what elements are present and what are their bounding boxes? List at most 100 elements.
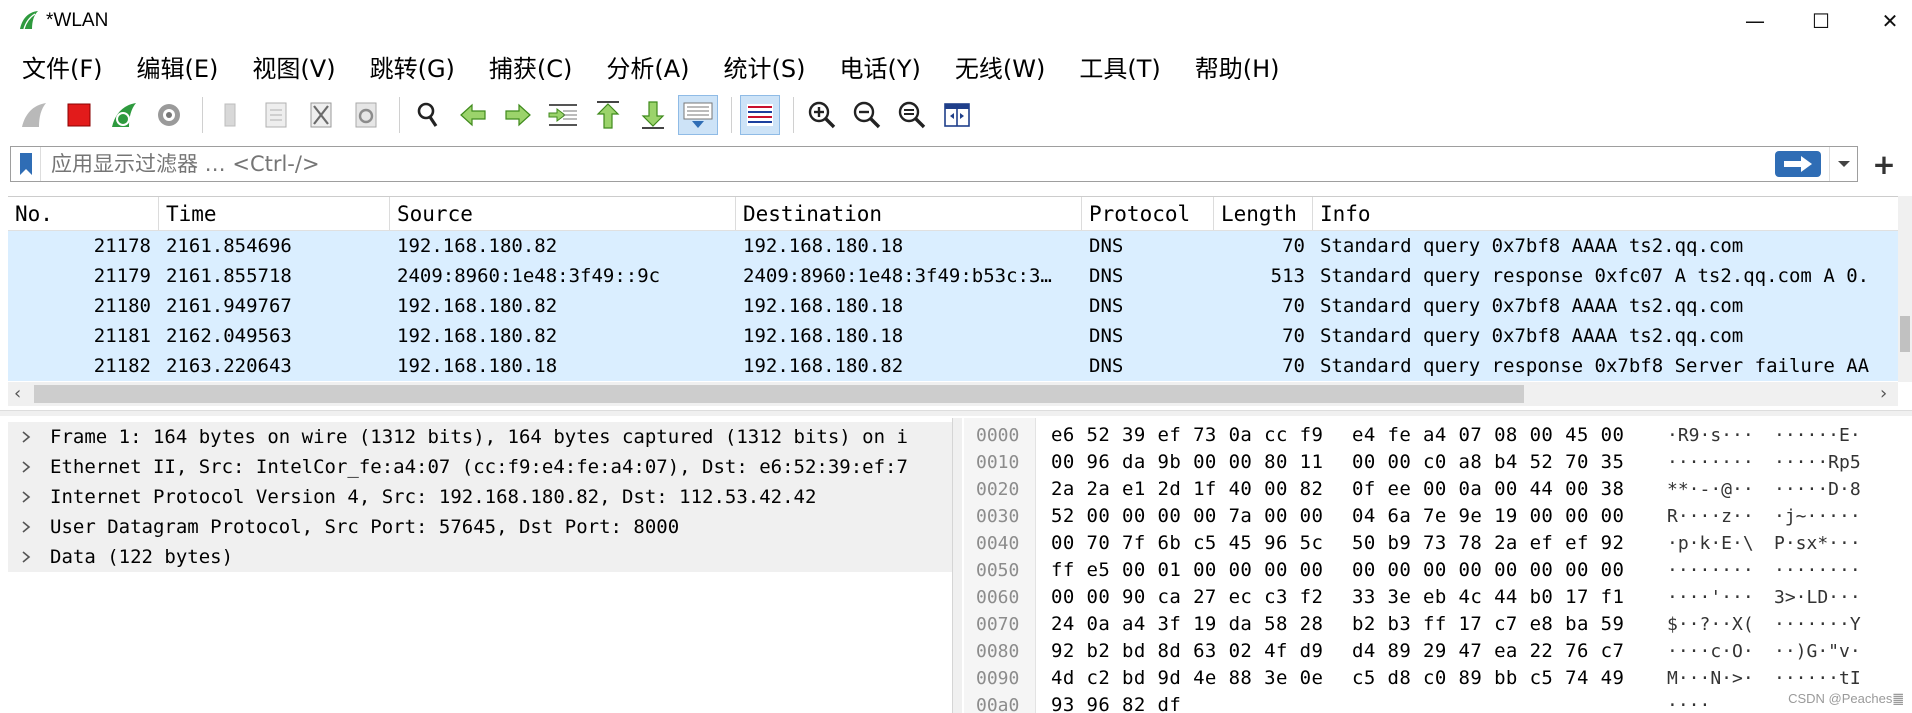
chevron-right-icon[interactable] xyxy=(8,542,44,572)
hex-ascii: **·-·@·· xyxy=(1667,479,1754,500)
column-header-no[interactable]: No. xyxy=(8,197,159,230)
stop-icon[interactable] xyxy=(59,95,99,135)
scroll-left-arrow-icon[interactable]: ‹ xyxy=(14,383,21,404)
hex-row[interactable]: 0060 00 00 90 ca 27 ec c3 f2 33 3e eb 4c 4… xyxy=(964,584,1912,611)
hex-row[interactable]: 0040 00 70 7f 6b c5 45 96 5c 50 b9 73 78 2… xyxy=(964,530,1912,557)
hex-row[interactable]: 0080 92 b2 bd 8d 63 02 4f d9 d4 89 29 47 e… xyxy=(964,638,1912,665)
shark-fin-start-icon[interactable] xyxy=(14,95,54,135)
zoom-out-icon[interactable] xyxy=(847,95,887,135)
hex-bytes: 00 00 00 00 00 00 00 00 xyxy=(1352,559,1625,581)
apply-filter-arrow-icon[interactable] xyxy=(1775,151,1821,177)
hex-row[interactable]: 0020 2a 2a e1 2d 1f 40 00 82 0f ee 00 0a 0… xyxy=(964,476,1912,503)
auto-scroll-icon[interactable] xyxy=(678,95,718,135)
menu-bar: 文件(F) 编辑(E) 视图(V) 跳转(G) 捕获(C) 分析(A) 统计(S… xyxy=(0,44,1912,88)
menu-telephony[interactable]: 电话(Y) xyxy=(828,49,933,84)
tree-item-data[interactable]: Data (122 bytes) xyxy=(8,542,952,572)
cell-protocol: DNS xyxy=(1089,265,1124,287)
restart-icon[interactable] xyxy=(104,95,144,135)
hex-row[interactable]: 0050 ff e5 00 01 00 00 00 00 00 00 00 00 0… xyxy=(964,557,1912,584)
last-packet-icon[interactable] xyxy=(633,95,673,135)
cell-no: 21182 xyxy=(93,355,151,377)
menu-view[interactable]: 视图(V) xyxy=(240,49,347,84)
close-file-icon[interactable] xyxy=(301,95,341,135)
save-file-icon[interactable] xyxy=(256,95,296,135)
cell-length: 70 xyxy=(1282,235,1305,257)
packet-row[interactable]: 21180 2161.949767 192.168.180.82 192.168… xyxy=(8,291,1904,321)
pane-splitter-vertical[interactable] xyxy=(952,418,962,713)
menu-capture[interactable]: 捕获(C) xyxy=(477,49,584,84)
hex-ascii: $··?··X( xyxy=(1667,614,1754,635)
hex-row[interactable]: 0030 52 00 00 00 00 7a 00 00 04 6a 7e 9e 1… xyxy=(964,503,1912,530)
menu-statistics[interactable]: 统计(S) xyxy=(712,49,818,84)
colorize-icon[interactable] xyxy=(740,95,780,135)
hex-row[interactable]: 0010 00 96 da 9b 00 00 80 11 00 00 c0 a8 b… xyxy=(964,449,1912,476)
cell-protocol: DNS xyxy=(1089,235,1124,257)
add-filter-button[interactable]: + xyxy=(1866,146,1902,182)
toolbar-separator xyxy=(202,97,203,133)
packet-list-horizontal-scrollbar[interactable]: ‹ › xyxy=(8,382,1898,406)
reload-icon[interactable] xyxy=(346,95,386,135)
hex-ascii: ········ xyxy=(1667,560,1754,581)
scrollbar-thumb[interactable] xyxy=(34,385,1524,403)
hex-row[interactable]: 0070 24 0a a4 3f 19 da 58 28 b2 b3 ff 17 c… xyxy=(964,611,1912,638)
tree-item-label: Ethernet II, Src: IntelCor_fe:a4:07 (cc:… xyxy=(50,456,908,478)
column-header-time[interactable]: Time xyxy=(159,197,390,230)
menu-wireless[interactable]: 无线(W) xyxy=(943,49,1057,84)
packet-row[interactable]: 21179 2161.855718 2409:8960:1e48:3f49::9… xyxy=(8,261,1904,291)
column-header-protocol[interactable]: Protocol xyxy=(1082,197,1214,230)
chevron-right-icon[interactable] xyxy=(8,452,44,482)
menu-go[interactable]: 跳转(G) xyxy=(358,49,467,84)
menu-analyze[interactable]: 分析(A) xyxy=(594,49,701,84)
column-header-info[interactable]: Info xyxy=(1313,197,1904,230)
menu-file[interactable]: 文件(F) xyxy=(10,49,115,84)
resize-columns-icon[interactable] xyxy=(937,95,977,135)
hex-ascii: ····c·O· xyxy=(1667,641,1754,662)
column-header-length[interactable]: Length xyxy=(1214,197,1313,230)
packet-row[interactable]: 21182 2163.220643 192.168.180.18 192.168… xyxy=(8,351,1904,381)
column-header-source[interactable]: Source xyxy=(390,197,736,230)
packet-row[interactable]: 21178 2161.854696 192.168.180.82 192.168… xyxy=(8,231,1904,261)
hex-row[interactable]: 0000 e6 52 39 ef 73 0a cc f9 e4 fe a4 07 0… xyxy=(964,422,1912,449)
menu-tools[interactable]: 工具(T) xyxy=(1067,49,1172,84)
chevron-right-icon[interactable] xyxy=(8,512,44,542)
hex-offset: 0020 xyxy=(976,479,1020,500)
pane-splitter-horizontal[interactable] xyxy=(0,410,1912,416)
filter-history-dropdown-icon[interactable] xyxy=(1829,147,1857,181)
tree-item-ethernet[interactable]: Ethernet II, Src: IntelCor_fe:a4:07 (cc:… xyxy=(8,452,952,482)
hex-bytes: 04 6a 7e 9e 19 00 00 00 xyxy=(1352,505,1625,527)
packet-list-header: No. Time Source Destination Protocol Len… xyxy=(8,197,1904,231)
tree-item-udp[interactable]: User Datagram Protocol, Src Port: 57645,… xyxy=(8,512,952,542)
tree-item-frame[interactable]: Frame 1: 164 bytes on wire (1312 bits), … xyxy=(8,422,952,452)
tree-item-ipv4[interactable]: Internet Protocol Version 4, Src: 192.16… xyxy=(8,482,952,512)
zoom-in-icon[interactable] xyxy=(802,95,842,135)
column-header-destination[interactable]: Destination xyxy=(736,197,1082,230)
go-back-icon[interactable] xyxy=(453,95,493,135)
tree-item-label: Internet Protocol Version 4, Src: 192.16… xyxy=(50,486,817,508)
cell-protocol: DNS xyxy=(1089,355,1124,377)
capture-options-gear-icon[interactable] xyxy=(149,95,189,135)
menu-edit[interactable]: 编辑(E) xyxy=(125,49,231,84)
find-packet-icon[interactable] xyxy=(408,95,448,135)
hex-row[interactable]: 00a0 93 96 82 df ···· xyxy=(964,692,1912,713)
minimize-button[interactable]: — xyxy=(1720,0,1790,42)
filter-bookmark-icon[interactable] xyxy=(11,147,41,181)
open-file-icon[interactable] xyxy=(211,95,251,135)
hex-offset: 0060 xyxy=(976,587,1020,608)
hex-bytes: e6 52 39 ef 73 0a cc f9 xyxy=(1051,424,1324,446)
close-button[interactable]: ✕ xyxy=(1855,0,1912,42)
packet-list-vertical-scrollbar[interactable] xyxy=(1898,196,1912,382)
chevron-right-icon[interactable] xyxy=(8,482,44,512)
go-forward-icon[interactable] xyxy=(498,95,538,135)
cell-source: 192.168.180.82 xyxy=(397,325,558,347)
maximize-button[interactable]: ☐ xyxy=(1786,0,1856,42)
zoom-normal-icon[interactable] xyxy=(892,95,932,135)
first-packet-icon[interactable] xyxy=(588,95,628,135)
scrollbar-thumb[interactable] xyxy=(1900,316,1910,352)
chevron-right-icon[interactable] xyxy=(8,422,44,452)
menu-help[interactable]: 帮助(H) xyxy=(1183,49,1292,84)
scroll-right-arrow-icon[interactable]: › xyxy=(1880,383,1887,404)
display-filter-input[interactable] xyxy=(41,148,1775,180)
go-to-packet-icon[interactable] xyxy=(543,95,583,135)
packet-row[interactable]: 21181 2162.049563 192.168.180.82 192.168… xyxy=(8,321,1904,351)
hex-row[interactable]: 0090 4d c2 bd 9d 4e 88 3e 0e c5 d8 c0 89 b… xyxy=(964,665,1912,692)
